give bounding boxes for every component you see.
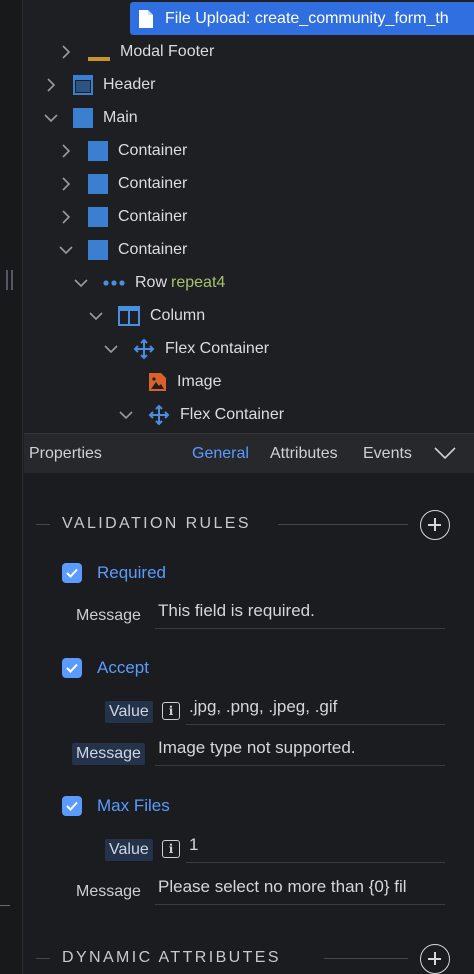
tree-item-container[interactable]: Container: [58, 134, 187, 167]
tree-item-column[interactable]: Column: [88, 299, 205, 332]
chevron-right-icon[interactable]: [58, 209, 74, 225]
chevron-down-icon[interactable]: [58, 242, 74, 258]
required-message-input[interactable]: This field is required.: [155, 601, 445, 629]
validation-rules-header: VALIDATION RULES: [24, 510, 474, 540]
tree-item-modal-footer[interactable]: Modal Footer: [58, 35, 214, 68]
flex-move-icon: [133, 338, 155, 359]
chevron-down-icon[interactable]: [103, 341, 119, 357]
footer-bar-icon: [88, 56, 110, 61]
checkmark-icon: [66, 663, 78, 673]
chevron-right-icon[interactable]: [58, 44, 74, 60]
value-label: Value: [105, 839, 153, 861]
flex-move-icon: [148, 404, 170, 425]
info-icon[interactable]: i: [162, 840, 180, 858]
divider: [36, 524, 50, 525]
chevron-down-icon[interactable]: [434, 446, 456, 460]
divider: [36, 958, 50, 959]
message-label: Message: [76, 883, 141, 900]
tree-item-image[interactable]: Image: [148, 365, 221, 398]
message-label: Message: [72, 743, 145, 765]
chevron-down-icon[interactable]: [43, 110, 59, 126]
tree-item-row[interactable]: Row repeat4: [73, 266, 225, 299]
tree-item-label: Container: [118, 240, 188, 258]
rule-accept[interactable]: Accept: [62, 656, 149, 680]
tree-item-label: Main: [103, 108, 138, 126]
rule-max-files[interactable]: Max Files: [62, 794, 170, 818]
chevron-down-icon[interactable]: [73, 275, 89, 291]
max-files-checkbox[interactable]: [62, 796, 82, 816]
rule-label: Max Files: [97, 796, 170, 815]
tree-item-label: Column: [150, 306, 206, 324]
divider: [278, 524, 408, 525]
tree-item-flex-container[interactable]: Flex Container: [118, 398, 284, 431]
tree-item-label: Flex Container: [180, 405, 285, 423]
structure-tree: File Upload: create_community_form_th Mo…: [24, 0, 474, 433]
tree-item-label: Container: [118, 207, 188, 225]
tree-item-flex-container[interactable]: Flex Container: [103, 332, 269, 365]
container-square-icon: [88, 140, 108, 161]
container-square-icon: [88, 206, 108, 227]
properties-header: Properties General Attributes Events: [24, 433, 474, 473]
divider: [324, 958, 408, 959]
rule-required[interactable]: Required: [62, 561, 166, 585]
plus-circle-icon[interactable]: [420, 944, 450, 974]
file-icon: [139, 9, 153, 28]
container-square-icon: [73, 107, 93, 128]
tree-item-label: Modal Footer: [120, 42, 215, 60]
section-title: DYNAMIC ATTRIBUTES: [62, 949, 281, 966]
container-square-icon: [88, 173, 108, 194]
resize-handle[interactable]: [6, 270, 14, 290]
divider: [0, 905, 10, 906]
max-files-message-input[interactable]: Please select no more than {0} fil: [155, 877, 445, 905]
tree-item-container[interactable]: Container: [58, 200, 187, 233]
tree-item-selected[interactable]: File Upload: create_community_form_th: [130, 2, 474, 35]
repeat-tag: repeat4: [171, 273, 226, 291]
tab-attributes[interactable]: Attributes: [270, 445, 338, 463]
tree-item-label: Container: [118, 141, 188, 159]
container-square-icon: [88, 239, 108, 260]
header-block-icon: [73, 74, 93, 95]
rule-label: Required: [97, 563, 166, 582]
accept-checkbox[interactable]: [62, 658, 82, 678]
image-icon: [149, 372, 166, 391]
left-panel-edge: [0, 0, 23, 974]
value-label: Value: [105, 701, 153, 723]
max-files-value-input[interactable]: 1: [186, 835, 445, 863]
section-title: VALIDATION RULES: [62, 515, 251, 532]
chevron-right-icon[interactable]: [58, 143, 74, 159]
column-icon: [118, 305, 140, 326]
tree-item-label: Flex Container: [165, 339, 270, 357]
rule-label: Accept: [97, 658, 149, 677]
tab-general[interactable]: General: [192, 445, 249, 463]
tree-item-main[interactable]: Main: [43, 101, 138, 134]
chevron-down-icon[interactable]: [118, 407, 134, 423]
tree-item-header[interactable]: Header: [43, 68, 155, 101]
plus-circle-icon[interactable]: [420, 510, 450, 540]
tree-item-container[interactable]: Container: [58, 233, 187, 266]
tree-item-label: Container: [118, 174, 188, 192]
checkmark-icon: [66, 801, 78, 811]
accept-message-input[interactable]: Image type not supported.: [155, 738, 445, 766]
properties-title: Properties: [29, 444, 102, 462]
info-icon[interactable]: i: [162, 702, 180, 720]
chevron-right-icon[interactable]: [43, 77, 59, 93]
tree-item-label: Header: [103, 75, 156, 93]
app-root: File Upload: create_community_form_th Mo…: [0, 0, 474, 974]
message-label: Message: [76, 607, 141, 624]
tree-item-label: Image: [177, 372, 222, 390]
chevron-right-icon[interactable]: [58, 176, 74, 192]
tree-item-container[interactable]: Container: [58, 167, 187, 200]
tree-item-label: Row: [135, 273, 168, 291]
dynamic-attributes-header: DYNAMIC ATTRIBUTES: [24, 944, 474, 974]
tab-events[interactable]: Events: [363, 445, 412, 463]
required-checkbox[interactable]: [62, 563, 82, 583]
tree-item-label: File Upload: create_community_form_th: [165, 9, 449, 27]
accept-value-input[interactable]: .jpg, .png, .jpeg, .gif: [186, 697, 445, 725]
row-dots-icon: [103, 279, 125, 286]
checkmark-icon: [66, 568, 78, 578]
chevron-down-icon[interactable]: [88, 308, 104, 324]
